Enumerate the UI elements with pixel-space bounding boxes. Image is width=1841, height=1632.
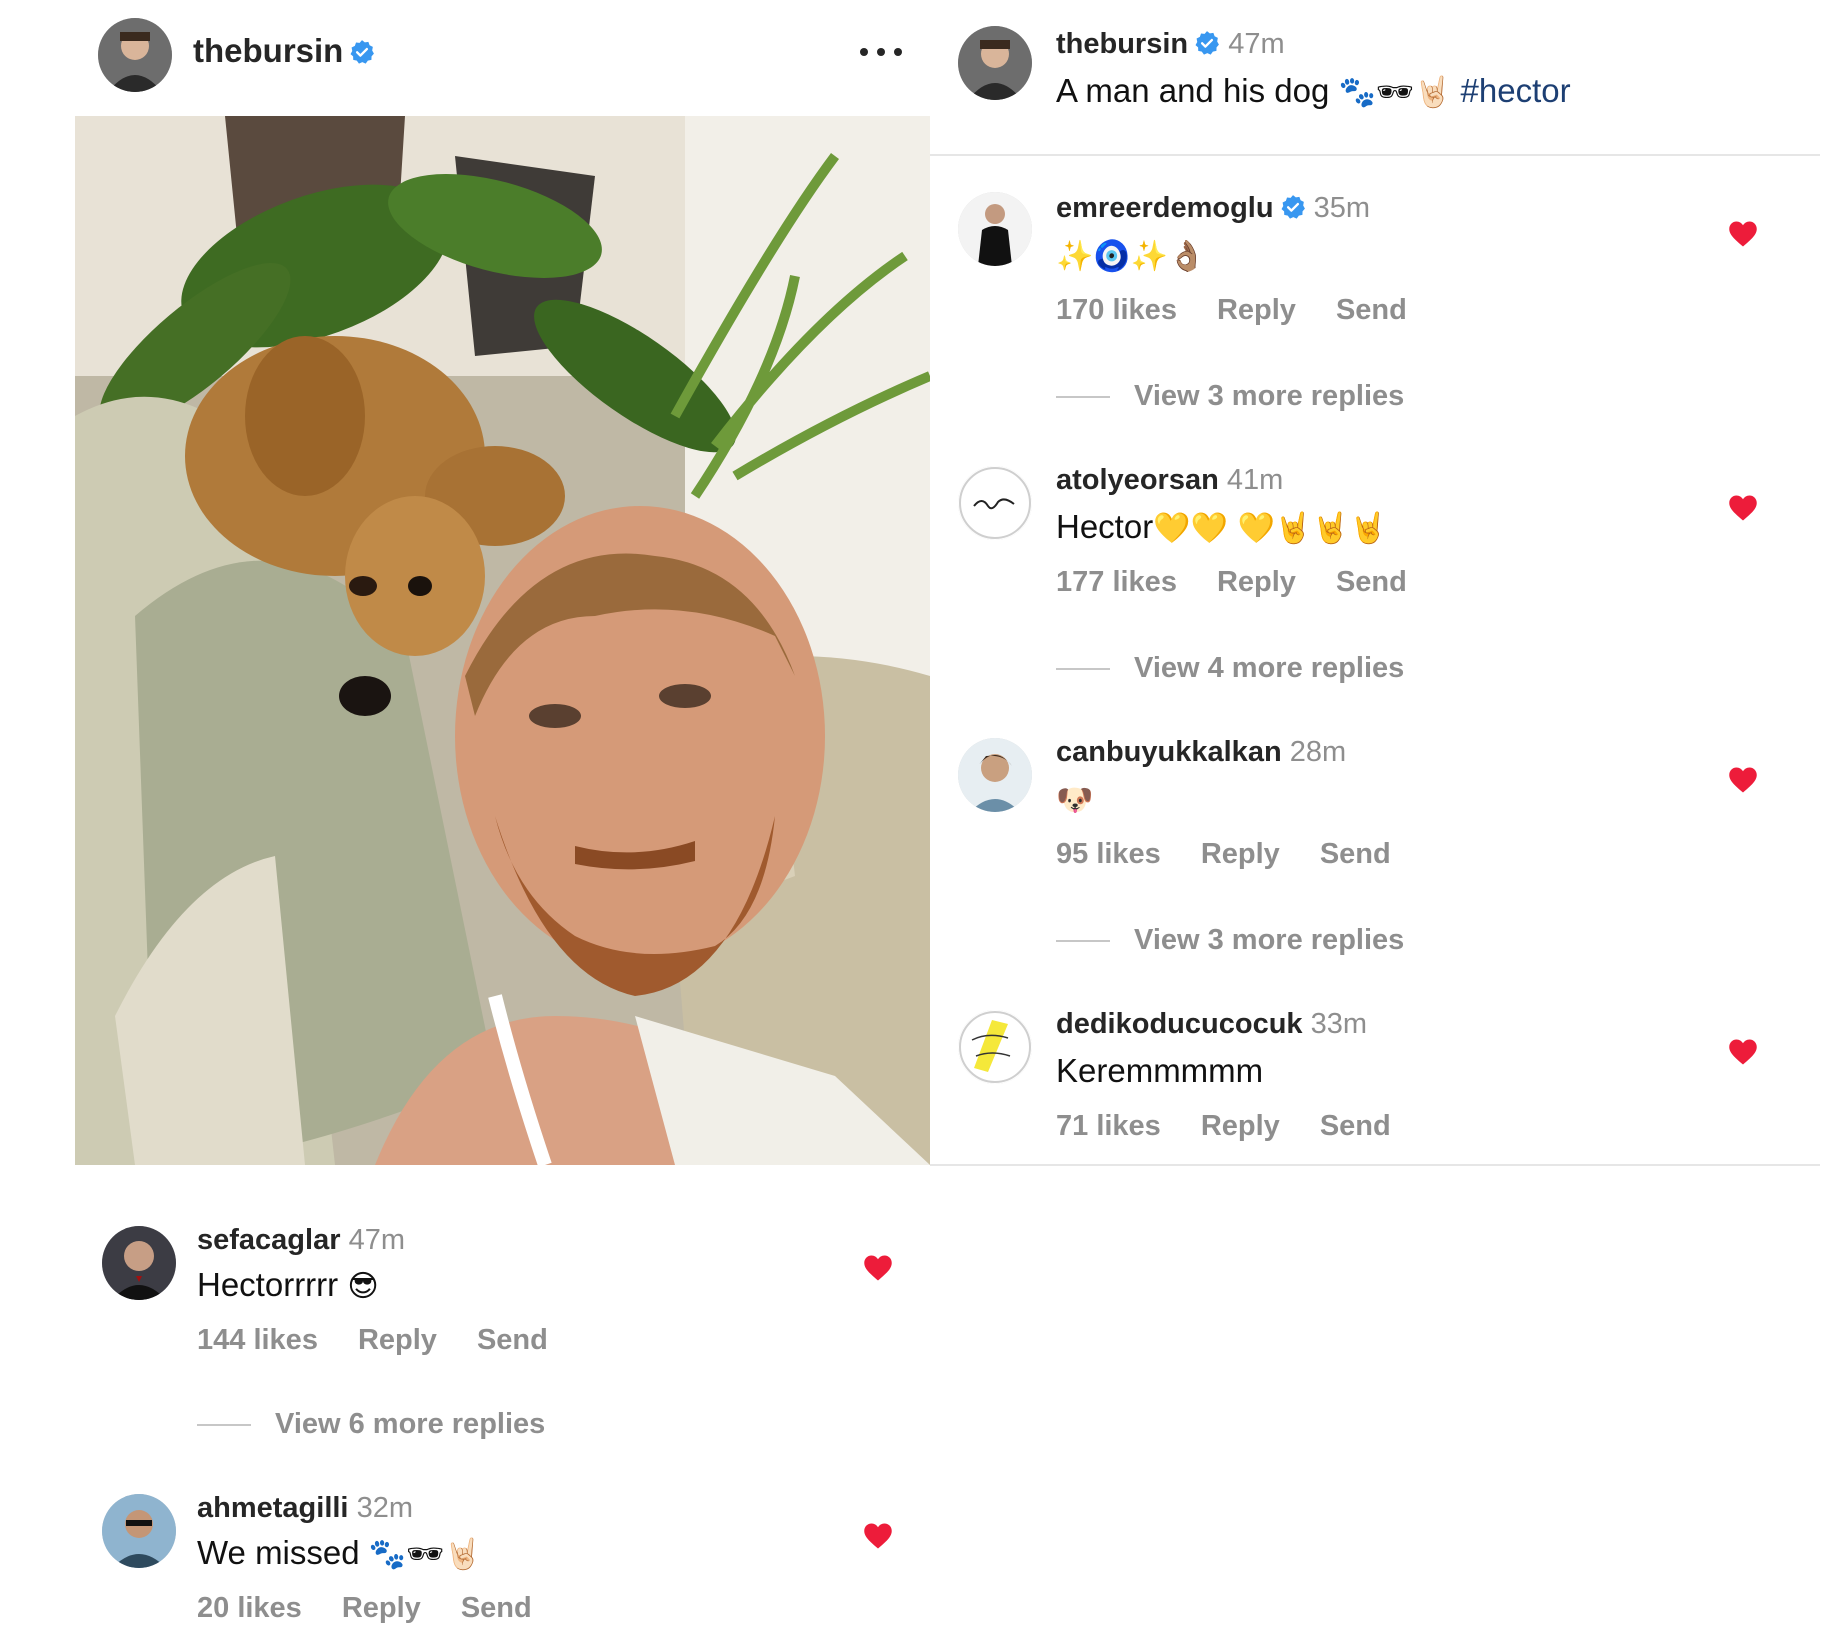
comment-likes-link[interactable]: 95 likes [1056,838,1161,871]
verified-badge-icon [349,39,375,65]
comments-bottom-divider [930,1164,1820,1166]
comment-likes-link[interactable]: 144 likes [197,1324,318,1357]
comment-avatar[interactable] [958,466,1032,540]
heart-icon[interactable] [1728,766,1758,794]
comment-likes-link[interactable]: 20 likes [197,1592,302,1625]
comment-likes-link[interactable]: 71 likes [1056,1110,1161,1143]
comment-emojis: ✨🧿✨👌🏽 [1056,239,1206,274]
caption-header: thebursin 47m [1056,28,1285,61]
verified-badge-icon [1194,30,1220,56]
comment-actions: 20 likes Reply Send [197,1592,532,1625]
caption-divider [930,154,1820,156]
comment-text: Hectorrrrr 😎 [197,1266,379,1304]
comment-time: 28m [1289,736,1347,768]
comment-time: 32m [356,1492,413,1524]
heart-icon[interactable] [1728,494,1758,522]
comment-username[interactable]: dedikoducucocuk [1056,1008,1303,1040]
comment-text: ✨🧿✨👌🏽 [1056,236,1205,274]
comment-text: Keremmmmm [1056,1052,1263,1090]
comment-reply-button[interactable]: Reply [358,1324,437,1357]
view-replies-button[interactable]: View 6 more replies [197,1408,545,1441]
comment-text: Hector💛💛 💛🤘🤘🤘 [1056,508,1387,546]
comment-text: 🐶 [1056,780,1093,818]
comment-likes-link[interactable]: 177 likes [1056,566,1177,599]
comment-text: We missed 🐾🕶🤘🏻 [197,1534,482,1572]
post-author-avatar[interactable] [98,18,172,92]
comment-avatar[interactable] [958,738,1032,812]
heart-icon[interactable] [1728,220,1758,248]
comment-time: 41m [1226,464,1284,496]
comment-time: 35m [1313,192,1371,224]
comment-send-button[interactable]: Send [461,1592,532,1625]
comment-emojis: 😎 [347,1269,379,1304]
caption-username[interactable]: thebursin [1056,28,1188,60]
comment-header: emreerdemoglu 35m [1056,192,1370,225]
comment-header: atolyeorsan 41m [1056,464,1283,497]
caption-text-body: A man and his dog [1056,72,1330,109]
comment-text-body: We missed [197,1534,360,1571]
more-icon[interactable] [856,38,906,66]
comment-actions: 95 likes Reply Send [1056,838,1391,871]
comment-time: 33m [1310,1008,1368,1040]
comment-avatar[interactable] [102,1494,176,1568]
comment-likes-link[interactable]: 170 likes [1056,294,1177,327]
caption-author-avatar[interactable] [958,26,1032,100]
comment-username[interactable]: canbuyukkalkan [1056,736,1282,768]
comment-emojis: 💛💛 💛🤘🤘🤘 [1153,511,1387,546]
caption-time: 47m [1228,28,1285,60]
verified-badge-icon [1280,194,1306,220]
comment-avatar[interactable] [958,1010,1032,1084]
comment-text-body: Hector [1056,508,1154,545]
view-replies-button[interactable]: View 4 more replies [1056,652,1404,685]
replies-line [197,1423,251,1426]
view-replies-button[interactable]: View 3 more replies [1056,924,1404,957]
post-author-username[interactable]: thebursin [193,32,375,70]
caption-hashtag-link[interactable]: #hector [1461,72,1571,109]
comment-send-button[interactable]: Send [1336,294,1407,327]
replies-line [1056,667,1110,670]
comment-header: dedikoducucocuk 33m [1056,1008,1367,1041]
comment-header: sefacaglar 47m [197,1224,405,1257]
comment-avatar[interactable] [102,1226,176,1300]
post-photo[interactable] [75,116,930,1165]
heart-icon[interactable] [863,1522,893,1550]
comment-actions: 177 likes Reply Send [1056,566,1407,599]
replies-line [1056,395,1110,398]
comment-reply-button[interactable]: Reply [342,1592,421,1625]
comment-username[interactable]: ahmetagilli [197,1492,349,1524]
comment-send-button[interactable]: Send [477,1324,548,1357]
comment-text-body: Keremmmmm [1056,1052,1264,1089]
comment-reply-button[interactable]: Reply [1217,294,1296,327]
comment-username[interactable]: emreerdemoglu [1056,192,1274,224]
comment-emojis: 🐶 [1056,783,1094,818]
comment-username[interactable]: sefacaglar [197,1224,341,1256]
replies-line [1056,939,1110,942]
comment-username[interactable]: atolyeorsan [1056,464,1219,496]
comment-send-button[interactable]: Send [1320,838,1391,871]
caption-emojis: 🐾🕶🤘🏻 [1338,75,1452,110]
comment-header: canbuyukkalkan 28m [1056,736,1346,769]
comment-emojis: 🐾🕶🤘🏻 [368,1537,482,1572]
post-author-username-text[interactable]: thebursin [193,32,343,69]
view-replies-label[interactable]: View 6 more replies [275,1408,545,1441]
comment-text-body: Hectorrrrr [197,1266,339,1303]
comment-actions: 170 likes Reply Send [1056,294,1407,327]
comment-time: 47m [348,1224,405,1256]
comment-reply-button[interactable]: Reply [1201,1110,1280,1143]
comment-header: ahmetagilli 32m [197,1492,413,1525]
comment-avatar[interactable] [958,192,1032,266]
comment-send-button[interactable]: Send [1336,566,1407,599]
comment-send-button[interactable]: Send [1320,1110,1391,1143]
view-replies-label[interactable]: View 3 more replies [1134,380,1404,413]
comment-reply-button[interactable]: Reply [1201,838,1280,871]
comment-reply-button[interactable]: Reply [1217,566,1296,599]
heart-icon[interactable] [863,1254,893,1282]
caption-text: A man and his dog 🐾🕶🤘🏻 #hector [1056,72,1571,110]
view-replies-button[interactable]: View 3 more replies [1056,380,1404,413]
comment-actions: 144 likes Reply Send [197,1324,548,1357]
heart-icon[interactable] [1728,1038,1758,1066]
view-replies-label[interactable]: View 4 more replies [1134,652,1404,685]
comment-actions: 71 likes Reply Send [1056,1110,1391,1143]
view-replies-label[interactable]: View 3 more replies [1134,924,1404,957]
